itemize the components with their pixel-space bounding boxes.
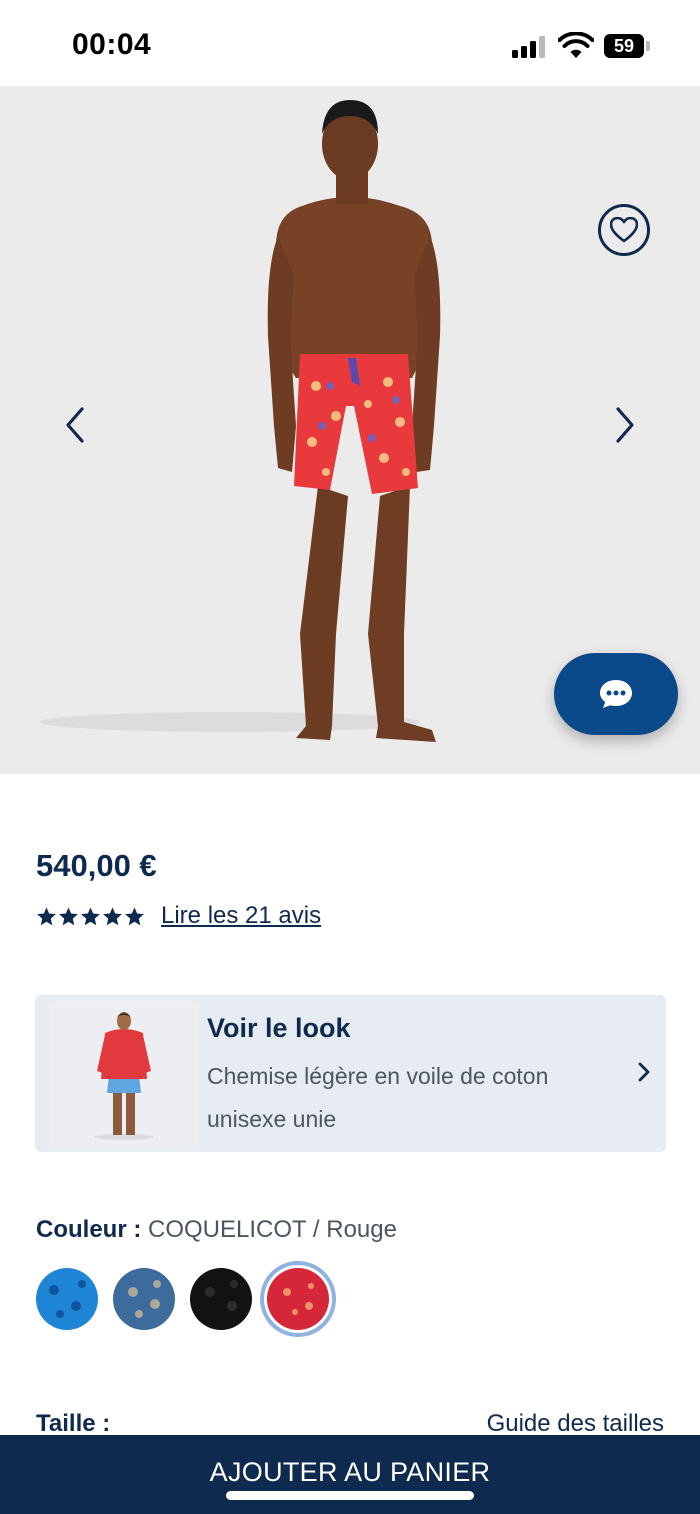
rating-stars bbox=[36, 906, 145, 927]
star-icon bbox=[103, 906, 122, 925]
swatch-pattern bbox=[283, 1283, 314, 1315]
cellular-signal-icon bbox=[512, 36, 548, 58]
see-the-look-card[interactable]: Voir le look Chemise légère en voile de … bbox=[35, 995, 666, 1152]
chat-button[interactable] bbox=[554, 653, 678, 735]
favorite-button[interactable] bbox=[598, 204, 650, 256]
swatch-blue[interactable] bbox=[36, 1268, 98, 1330]
battery-icon: 59 bbox=[604, 34, 644, 58]
swatch-pattern bbox=[128, 1280, 161, 1318]
rating-row: Lire les 21 avis bbox=[36, 902, 321, 930]
swatch-pattern bbox=[205, 1280, 238, 1311]
look-title: Voir le look bbox=[207, 1013, 351, 1043]
color-swatches bbox=[36, 1268, 344, 1330]
star-icon bbox=[81, 906, 100, 925]
look-model-image bbox=[94, 1012, 154, 1140]
size-label: Taille : bbox=[36, 1410, 111, 1437]
status-bar: 00:04 59 bbox=[0, 0, 700, 86]
read-reviews-link[interactable]: Lire les 21 avis bbox=[161, 902, 321, 930]
swatch-blue-grey[interactable] bbox=[113, 1268, 175, 1330]
look-thumbnail bbox=[49, 1001, 199, 1146]
product-image-carousel[interactable] bbox=[0, 86, 700, 774]
chevron-right-icon bbox=[638, 1062, 650, 1082]
product-price: 540,00 € bbox=[36, 848, 157, 883]
status-time: 00:04 bbox=[72, 28, 152, 61]
add-to-cart-label: AJOUTER AU PANIER bbox=[209, 1457, 491, 1487]
swatch-red-selected[interactable] bbox=[267, 1268, 329, 1330]
heart-icon bbox=[610, 217, 638, 243]
star-icon bbox=[59, 906, 78, 925]
next-image-button[interactable] bbox=[610, 403, 640, 447]
color-row: Couleur : COQUELICOT / Rouge bbox=[36, 1216, 397, 1244]
star-icon bbox=[125, 906, 144, 925]
color-label: Couleur : bbox=[36, 1216, 142, 1243]
color-value: COQUELICOT / Rouge bbox=[148, 1216, 397, 1243]
add-to-cart-button[interactable]: AJOUTER AU PANIER bbox=[0, 1435, 700, 1514]
size-guide-link[interactable]: Guide des tailles bbox=[487, 1410, 664, 1438]
wifi-icon bbox=[558, 32, 594, 58]
battery-tip bbox=[646, 41, 650, 51]
previous-image-button[interactable] bbox=[60, 403, 90, 447]
chat-bubble-icon bbox=[600, 680, 632, 708]
look-description: Chemise légère en voile de coton unisexe… bbox=[207, 1063, 549, 1132]
swatch-black[interactable] bbox=[190, 1268, 252, 1330]
swatch-pattern bbox=[49, 1280, 86, 1318]
star-icon bbox=[37, 906, 56, 925]
home-indicator[interactable] bbox=[226, 1491, 474, 1500]
